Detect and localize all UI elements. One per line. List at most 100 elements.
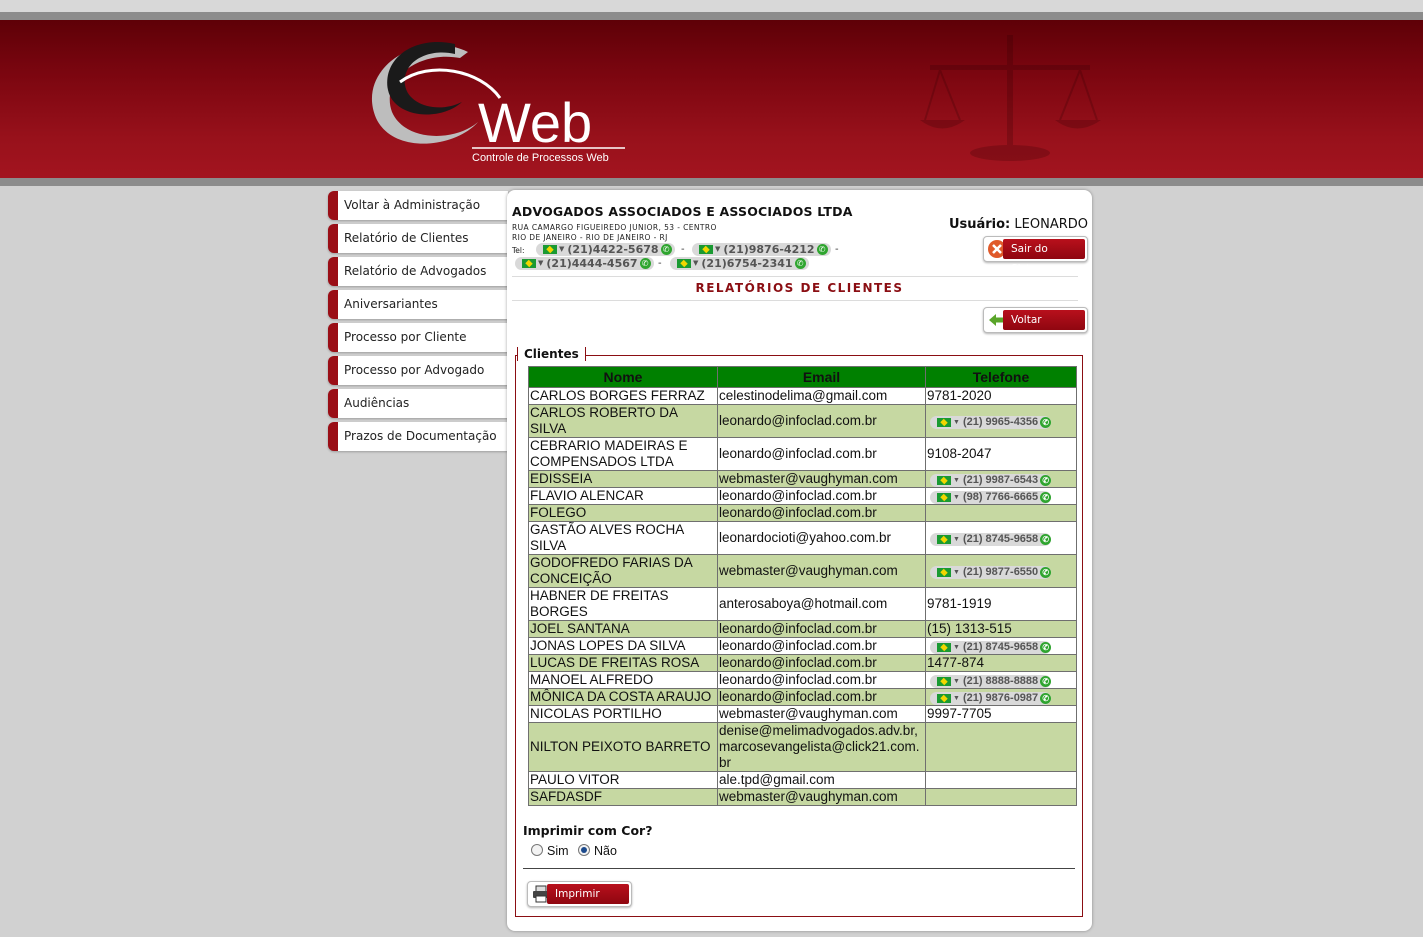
sidebar-item-label: Voltar à Administração xyxy=(344,198,481,212)
cell-email: leonardo@infoclad.com.br xyxy=(717,620,926,638)
radio-button[interactable] xyxy=(531,844,543,856)
phone-number: (21) 8888-8888 xyxy=(962,675,1039,687)
company-phone-2[interactable]: ▼ (21)9876-4212 ✆ xyxy=(692,243,831,256)
sidebar-item-processo-cliente[interactable]: Processo por Cliente xyxy=(328,323,508,352)
cell-email: webmaster@vaughyman.com xyxy=(717,788,926,806)
cell-telefone xyxy=(925,788,1077,806)
brazil-flag-icon xyxy=(937,694,951,703)
chevron-down-icon: ▼ xyxy=(953,419,960,426)
fieldset-legend: Clientes xyxy=(517,347,586,361)
chevron-down-icon: ▼ xyxy=(953,477,960,484)
sidebar-item-label: Processo por Advogado xyxy=(344,363,485,377)
cell-nome: JONAS LOPES DA SILVA xyxy=(528,637,718,655)
cell-nome: JOEL SANTANA xyxy=(528,620,718,638)
cell-nome: EDISSEIA xyxy=(528,470,718,488)
radio-nao[interactable]: Não xyxy=(578,844,617,858)
table-row: LUCAS DE FREITAS ROSA leonardo@infoclad.c… xyxy=(528,654,1077,672)
phone-badge[interactable]: ▼ (98) 7766-6665 ✆ xyxy=(930,491,1052,504)
table-row: MÔNICA DA COSTA ARAUJO leonardo@infoclad.… xyxy=(528,688,1077,706)
cell-email: leonardo@infoclad.com.br xyxy=(717,404,926,438)
sidebar-item-prazos-documentacao[interactable]: Prazos de Documentação xyxy=(328,422,508,451)
brazil-flag-icon xyxy=(937,476,951,485)
sidebar-item-relatorio-advogados[interactable]: Relatório de Advogados xyxy=(328,257,508,286)
table-row: FLAVIO ALENCAR leonardo@infoclad.com.br ▼(… xyxy=(528,487,1077,505)
column-header-email[interactable]: Email xyxy=(717,366,926,388)
sidebar-item-audiencias[interactable]: Audiências xyxy=(328,389,508,418)
radio-sim-label: Sim xyxy=(547,844,569,858)
phone-badge[interactable]: ▼ (21) 8888-8888 ✆ xyxy=(930,675,1052,688)
sidebar-item-voltar-administracao[interactable]: Voltar à Administração xyxy=(328,191,508,220)
phone-badge[interactable]: ▼ (21) 9965-4356 ✆ xyxy=(930,416,1052,429)
cell-telefone: ▼ (98) 7766-6665 ✆ xyxy=(925,487,1077,505)
cell-email: leonardo@infoclad.com.br xyxy=(717,504,926,522)
phone-badge[interactable]: ▼ (21) 9987-6543 ✆ xyxy=(930,474,1052,487)
phone-call-icon: ✆ xyxy=(1040,475,1052,486)
divider xyxy=(512,300,1078,301)
print-button[interactable]: Imprimir xyxy=(527,881,632,907)
chevron-down-icon: ▼ xyxy=(953,644,960,651)
phone-badge[interactable]: ▼ (21) 9876-0987 ✆ xyxy=(930,692,1052,705)
cell-nome: FLAVIO ALENCAR xyxy=(528,487,718,505)
table-row: GASTÃO ALVES ROCHA SILVA leonardocioti@ya… xyxy=(528,521,1077,555)
table-row: CEBRARIO MADEIRAS E COMPENSADOS LTDA leon… xyxy=(528,437,1077,471)
cell-nome: PAULO VITOR xyxy=(528,771,718,789)
back-button[interactable]: Voltar xyxy=(983,307,1088,333)
cell-nome: CEBRARIO MADEIRAS E COMPENSADOS LTDA xyxy=(528,437,718,471)
brazil-flag-icon xyxy=(937,535,951,544)
page-title: RELATÓRIOS DE CLIENTES xyxy=(695,281,904,295)
sidebar-item-aniversariantes[interactable]: Aniversariantes xyxy=(328,290,508,319)
user-info: Usuário: LEONARDO xyxy=(949,217,1088,232)
back-label: Voltar xyxy=(1003,310,1085,330)
company-phone-3[interactable]: ▼ (21)4444-4567 ✆ xyxy=(515,257,654,270)
app-logo: Web Controle de Processos Web xyxy=(371,42,625,164)
cell-email: leonardocioti@yahoo.com.br xyxy=(717,521,926,555)
phone-badge[interactable]: ▼ (21) 9877-6550 ✆ xyxy=(930,566,1052,579)
sidebar-item-processo-advogado[interactable]: Processo por Advogado xyxy=(328,356,508,385)
cell-nome: NILTON PEIXOTO BARRETO xyxy=(528,722,718,772)
sidebar-item-label: Prazos de Documentação xyxy=(344,429,497,443)
column-header-telefone[interactable]: Telefone xyxy=(925,366,1077,388)
divider xyxy=(523,868,1075,869)
company-phone-4[interactable]: ▼ (21)6754-2341 ✆ xyxy=(670,257,809,270)
phone-call-icon: ✆ xyxy=(1040,567,1052,578)
column-header-nome[interactable]: Nome xyxy=(528,366,718,388)
logo-subtitle: Controle de Processos Web xyxy=(472,152,609,164)
chevron-down-icon: ▼ xyxy=(953,695,960,702)
chevron-down-icon: ▼ xyxy=(953,569,960,576)
cell-email: webmaster@vaughyman.com xyxy=(717,470,926,488)
phone-call-icon: ✆ xyxy=(816,244,828,255)
phone-call-icon: ✆ xyxy=(1040,492,1052,503)
phone-badge[interactable]: ▼ (21) 8745-9658 ✆ xyxy=(930,533,1052,546)
phone-number: (21) 9877-6550 xyxy=(962,566,1039,578)
phone-number: (21) 8745-9658 xyxy=(962,641,1039,653)
cell-email: leonardo@infoclad.com.br xyxy=(717,688,926,706)
radio-button[interactable] xyxy=(578,844,590,856)
phone-number: (21) 9987-6543 xyxy=(962,474,1039,486)
logout-button[interactable]: Sair do Sistema xyxy=(983,236,1088,275)
company-address-line2: RIO DE JANEIRO - RIO DE JANEIRO - RJ xyxy=(512,233,668,242)
brazil-flag-icon xyxy=(937,677,951,686)
phone-number: (21) 9876-0987 xyxy=(962,692,1039,704)
company-address-line1: RUA CAMARGO FIGUEIREDO JUNIOR, 53 - CENT… xyxy=(512,223,717,232)
cell-telefone: ▼ (21) 8888-8888 ✆ xyxy=(925,671,1077,689)
sidebar-item-relatorio-clientes[interactable]: Relatório de Clientes xyxy=(328,224,508,253)
cell-telefone: 9997-7705 xyxy=(925,705,1077,723)
company-phone-1[interactable]: ▼ (21)4422-5678 ✆ xyxy=(536,243,675,256)
phone-badge[interactable]: ▼ (21) 8745-9658 ✆ xyxy=(930,641,1052,654)
header-banner xyxy=(0,20,1423,178)
cell-telefone: 1477-874 xyxy=(925,654,1077,672)
table-row: MANOEL ALFREDO leonardo@infoclad.com.br ▼(… xyxy=(528,671,1077,689)
table-row: PAULO VITOR ale.tpd@gmail.com xyxy=(528,771,1077,789)
content-panel: ADVOGADOS ASSOCIADOS E ASSOCIADOS LTDA R… xyxy=(507,190,1092,931)
brazil-flag-icon xyxy=(937,418,951,427)
chevron-down-icon: ▼ xyxy=(953,678,960,685)
table-row: SAFDASDF webmaster@vaughyman.com xyxy=(528,788,1077,806)
cell-email: leonardo@infoclad.com.br xyxy=(717,637,926,655)
logo-text: Web xyxy=(478,91,592,154)
cell-telefone: 9781-1919 xyxy=(925,587,1077,621)
brazil-flag-icon xyxy=(522,259,536,268)
cell-email: webmaster@vaughyman.com xyxy=(717,554,926,588)
radio-sim[interactable]: Sim xyxy=(531,844,569,858)
cell-nome: GASTÃO ALVES ROCHA SILVA xyxy=(528,521,718,555)
cell-telefone xyxy=(925,504,1077,522)
